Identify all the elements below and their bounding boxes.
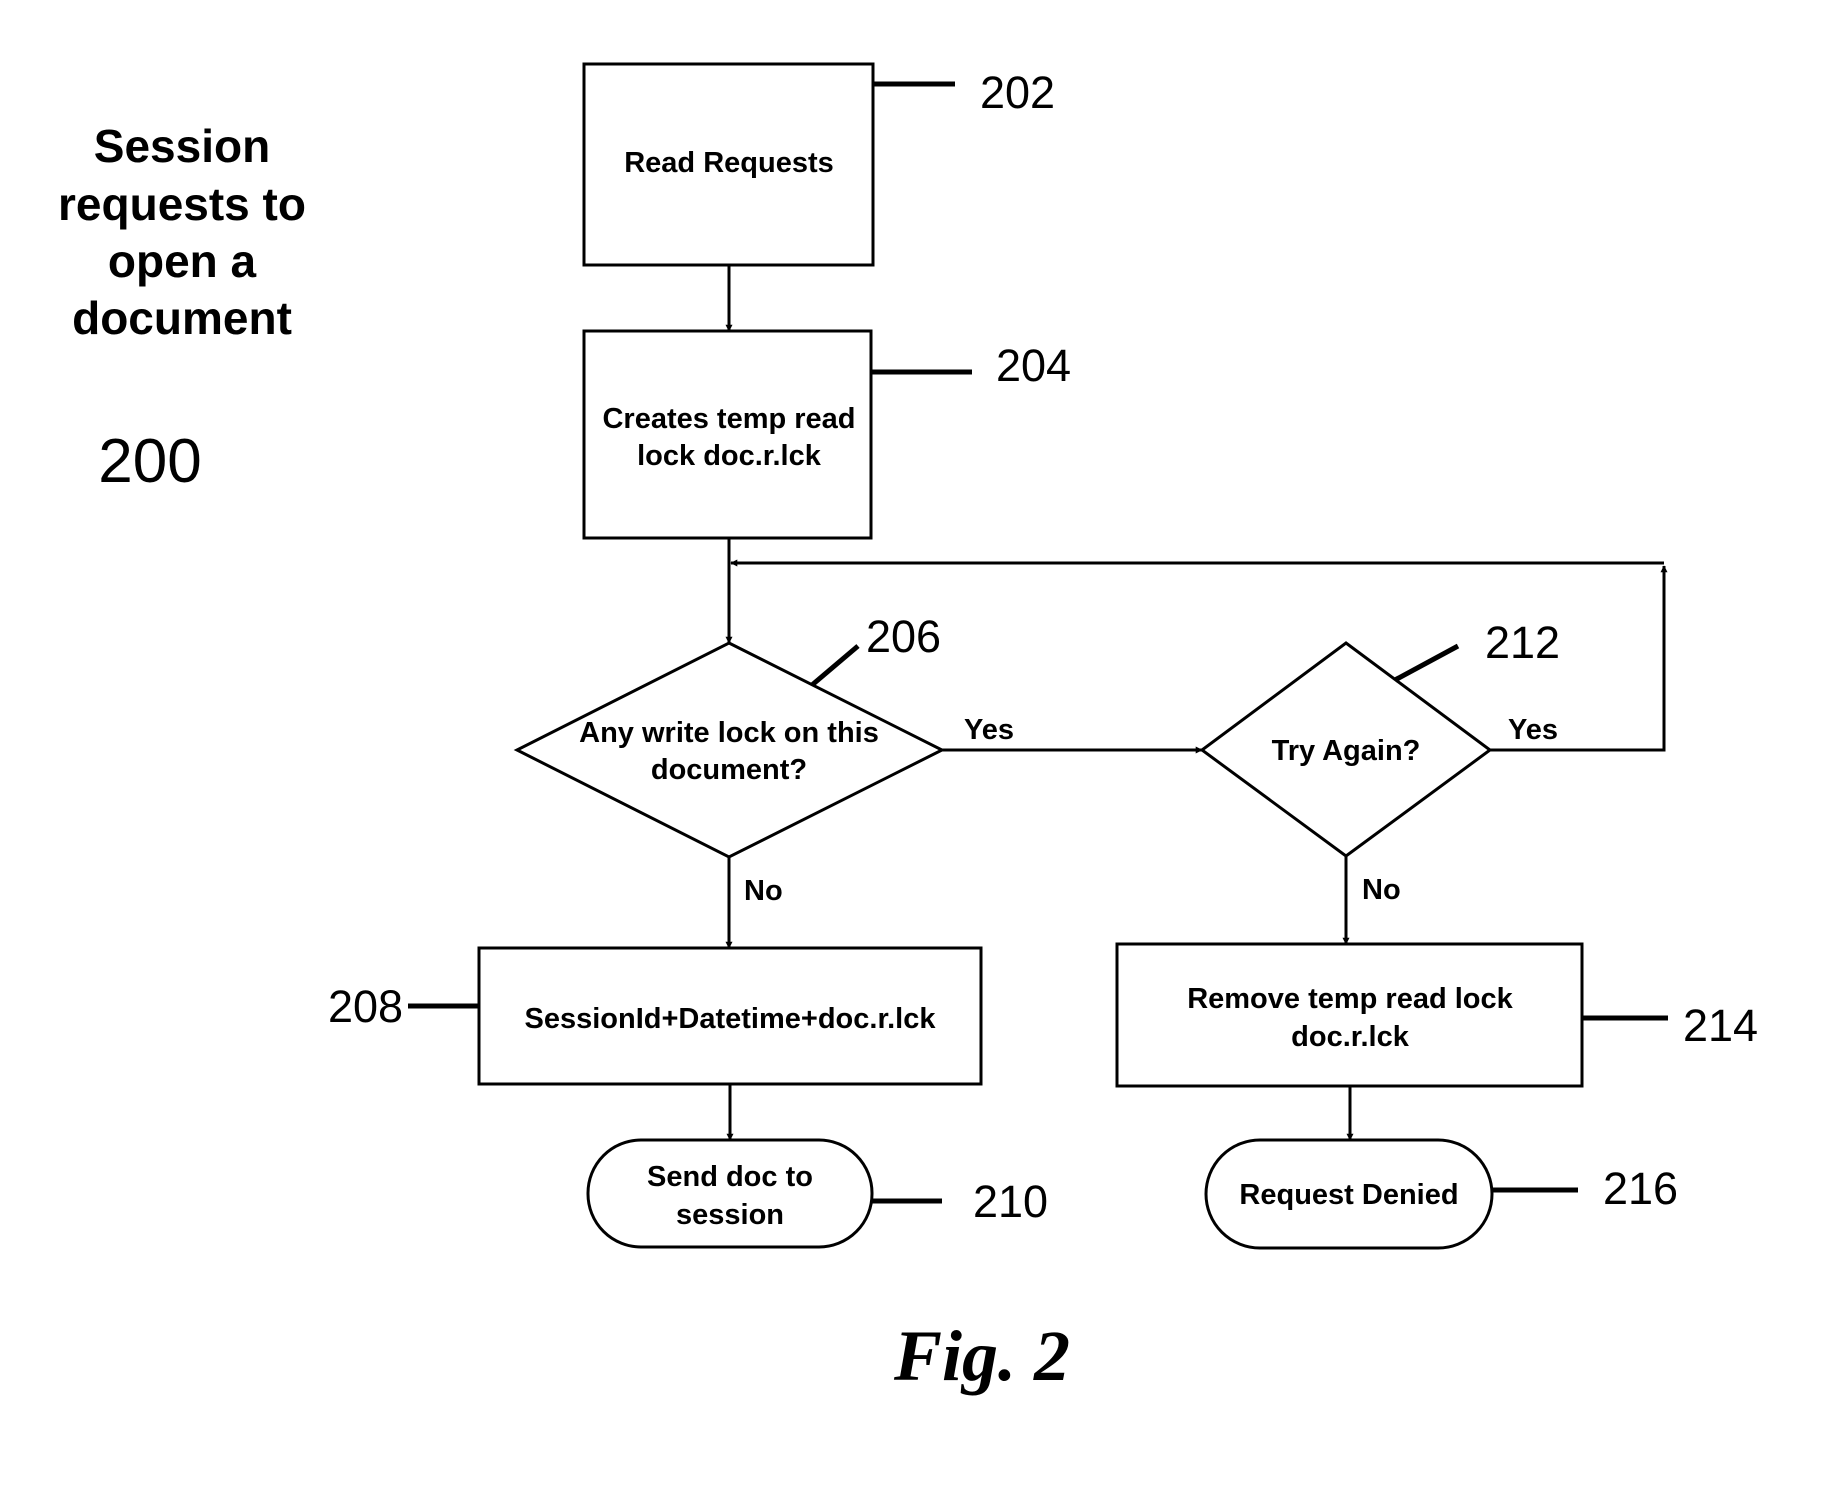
node-202-text: Read Requests <box>624 147 834 179</box>
branch-label-206-yes: Yes <box>964 714 1014 746</box>
node-212-try-again: Try Again? <box>1199 641 1493 858</box>
ref-210: 210 <box>973 1176 1048 1227</box>
title-line-1: Session <box>94 120 270 172</box>
node-208-text: SessionId+Datetime+doc.r.lck <box>524 1003 936 1035</box>
figure-number: 200 <box>98 427 201 496</box>
figure-title: Session requests to open a document <box>58 120 306 344</box>
node-206-write-lock-check: Any write lock on this document? <box>513 641 946 859</box>
title-line-4: document <box>72 292 292 344</box>
flowchart-diagram: Session requests to open a document 200 … <box>58 62 1758 1396</box>
node-214-remove-temp-lock: Remove temp read lock doc.r.lck <box>1115 942 1584 1088</box>
node-210-send-doc: Send doc to session <box>586 1138 874 1249</box>
ref-208: 208 <box>328 981 403 1032</box>
ref-212: 212 <box>1485 617 1560 668</box>
node-202-read-requests: Read Requests <box>582 62 875 267</box>
node-212-text: Try Again? <box>1272 735 1421 767</box>
node-206-text-line-2: document? <box>651 754 807 786</box>
leader-206 <box>810 644 860 687</box>
branch-label-212-no: No <box>1362 874 1401 906</box>
node-206-text-line-1: Any write lock on this <box>579 717 879 749</box>
process-box-214 <box>1115 942 1584 1088</box>
title-line-2: requests to <box>58 178 306 230</box>
title-line-3: open a <box>108 235 257 287</box>
branch-label-206-no: No <box>744 875 783 907</box>
ref-214: 214 <box>1683 1000 1758 1051</box>
node-204-text-line-1: Creates temp read <box>602 403 855 435</box>
ref-202: 202 <box>980 67 1055 118</box>
ref-216: 216 <box>1603 1163 1678 1214</box>
figure-caption: Fig. 2 <box>893 1316 1070 1396</box>
node-208-session-lock: SessionId+Datetime+doc.r.lck <box>477 946 983 1086</box>
ref-206: 206 <box>866 611 941 662</box>
decision-diamond-206 <box>513 641 946 859</box>
node-210-text-line-1: Send doc to <box>647 1161 813 1193</box>
node-204-create-temp-lock: Creates temp read lock doc.r.lck <box>582 329 873 540</box>
node-216-request-denied: Request Denied <box>1204 1138 1494 1250</box>
leader-212 <box>1393 643 1460 683</box>
branch-label-212-yes: Yes <box>1508 714 1558 746</box>
node-204-text-line-2: lock doc.r.lck <box>637 440 822 472</box>
ref-204: 204 <box>996 340 1071 391</box>
node-216-text: Request Denied <box>1239 1179 1458 1211</box>
node-210-text-line-2: session <box>676 1199 784 1231</box>
node-214-text-line-2: doc.r.lck <box>1291 1021 1410 1053</box>
node-214-text-line-1: Remove temp read lock <box>1187 983 1513 1015</box>
